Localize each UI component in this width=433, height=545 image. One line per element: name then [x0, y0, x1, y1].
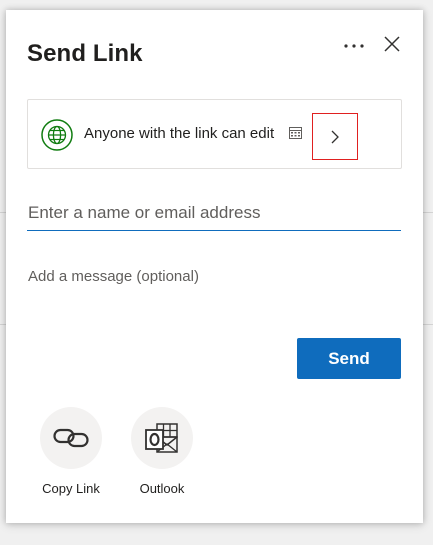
permission-text: Anyone with the link can edit	[84, 125, 275, 142]
outlook-option[interactable]: Outlook	[122, 407, 202, 496]
close-icon	[384, 36, 400, 52]
copy-link-button[interactable]	[40, 407, 102, 469]
message-input[interactable]	[27, 264, 401, 288]
more-options-button[interactable]	[340, 32, 368, 60]
outlook-button[interactable]	[131, 407, 193, 469]
more-horizontal-icon	[344, 44, 364, 48]
link-settings-chevron-button[interactable]	[312, 113, 358, 160]
calendar-icon	[289, 127, 302, 139]
background-divider	[423, 212, 433, 213]
link-settings-button[interactable]: Anyone with the link can edit	[27, 99, 402, 169]
send-link-dialog: Send Link Anyone with the link can edit	[6, 10, 423, 523]
recipient-input[interactable]	[27, 199, 401, 231]
copy-link-label: Copy Link	[42, 481, 100, 496]
dialog-title: Send Link	[27, 40, 143, 67]
chevron-right-icon	[331, 130, 339, 143]
link-icon	[53, 428, 89, 448]
background-divider	[423, 324, 433, 325]
outlook-label: Outlook	[139, 481, 185, 496]
copy-link-option[interactable]: Copy Link	[31, 407, 111, 496]
close-button[interactable]	[378, 30, 406, 58]
outlook-icon	[145, 423, 178, 453]
globe-icon	[41, 119, 73, 151]
send-button[interactable]: Send	[297, 338, 401, 379]
